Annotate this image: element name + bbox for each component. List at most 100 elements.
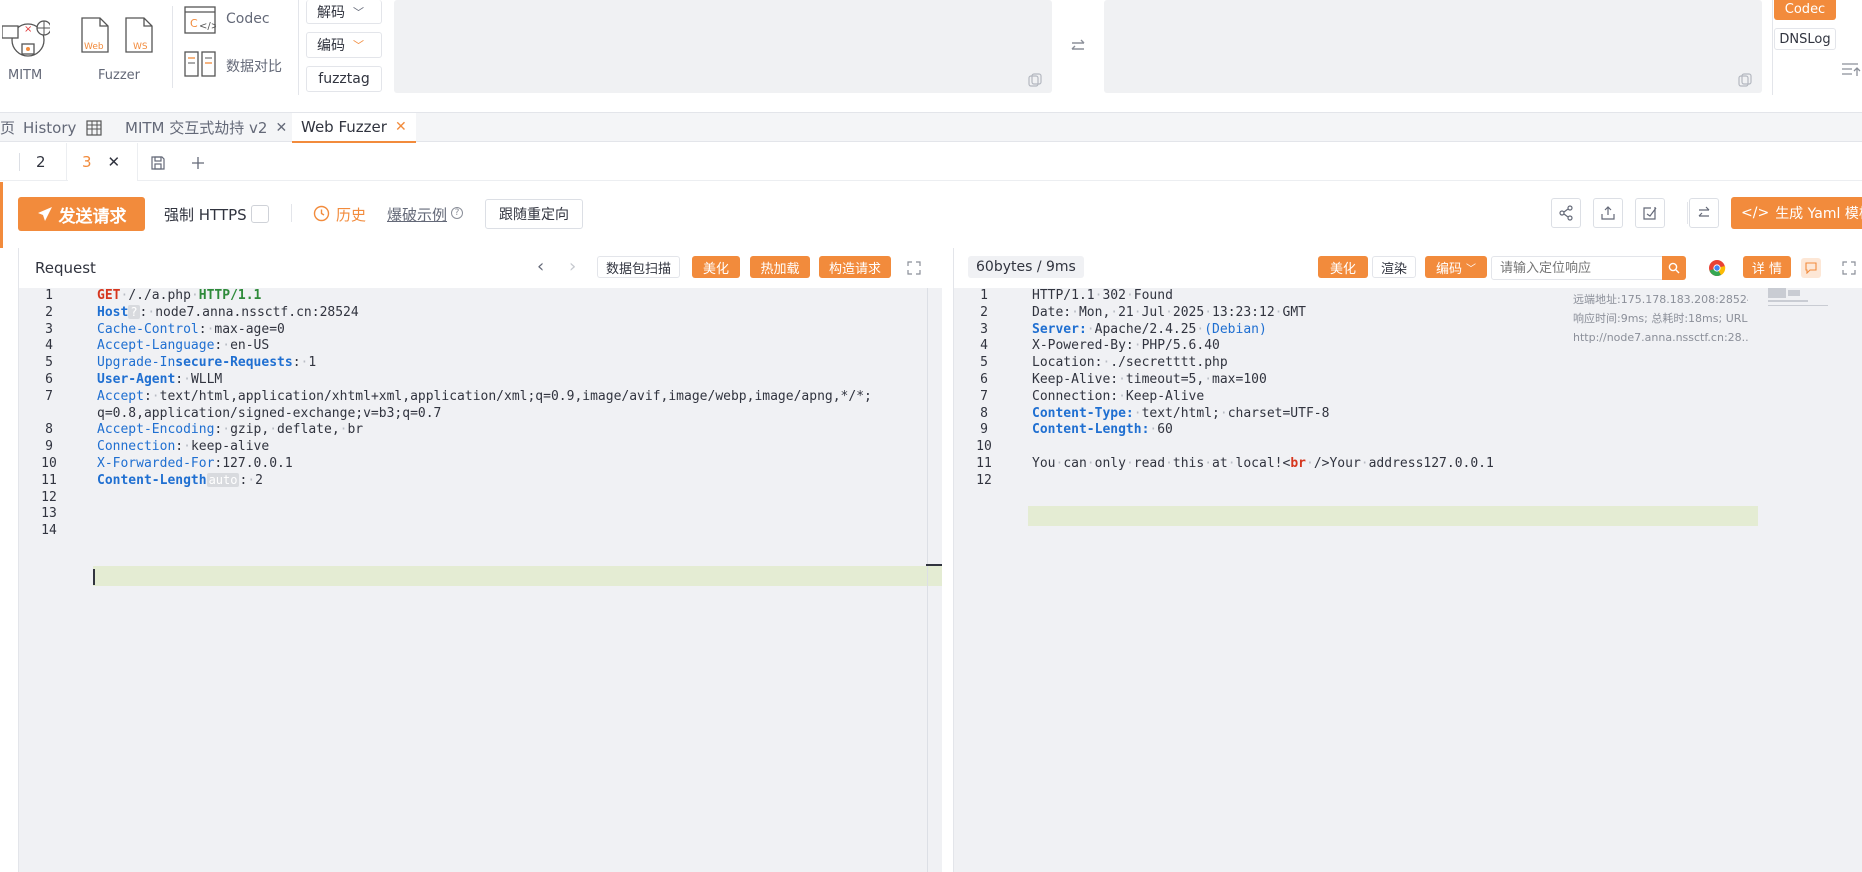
line-content: Cache-Control:·max-age=0 [97, 322, 285, 337]
line-number: 5 [45, 355, 53, 371]
details-button[interactable]: 详 情 [1743, 256, 1791, 278]
code-token: ? [128, 304, 140, 319]
save-icon[interactable] [150, 155, 166, 171]
beautify-button[interactable]: 美化 [1318, 256, 1368, 278]
dnslog-tag[interactable]: DNSLog [1774, 28, 1836, 50]
compare-tool[interactable]: 数据对比 [180, 46, 292, 86]
mitm-icon: × [2, 20, 50, 57]
share-button[interactable] [1551, 198, 1581, 228]
accent-bar [0, 182, 3, 248]
tab-history[interactable]: History [14, 113, 85, 142]
scroll-marker [926, 564, 942, 566]
line-content: Accept:·text/html,application/xhtml+xml,… [97, 389, 872, 404]
line-content: Keep-Alive:·timeout=5,·max=100 [1032, 372, 1267, 387]
response-header: 60bytes / 9ms 美化 渲染 编码 ﹀ 详 情 [954, 248, 1862, 288]
codec-tag[interactable]: Codec [1774, 0, 1836, 20]
code-token: · [1274, 304, 1283, 320]
render-button[interactable]: 渲染 [1372, 256, 1416, 278]
code-icon: </> [1741, 205, 1770, 221]
request-editor[interactable]: 1 GET·/./a.php·HTTP/1.1 2 Host?:·node7.anna… [19, 288, 942, 872]
line-content: Accept-Encoding:·gzip,·deflate,·br [97, 422, 363, 437]
line-number: 5 [980, 355, 988, 371]
line-number: 10 [976, 439, 992, 455]
encode-dropdown[interactable]: 编码 ﹀ [306, 32, 382, 58]
line-number: 7 [980, 388, 988, 404]
fuzzer-tool[interactable]: Web WS Fuzzer [72, 0, 162, 95]
close-icon[interactable]: ✕ [395, 119, 407, 135]
code-token: · [1133, 338, 1142, 354]
tab-table[interactable] [77, 113, 111, 142]
line-content: Content-Length auto:·2 [97, 472, 263, 488]
chrome-icon[interactable] [1708, 259, 1726, 277]
build-request-button[interactable]: 构造请求 [819, 256, 891, 278]
import-button[interactable] [1635, 198, 1665, 228]
ws-fuzzer-icon: WS [125, 17, 153, 53]
copy-icon[interactable] [1738, 73, 1752, 87]
swap-layout-button[interactable] [1689, 198, 1719, 228]
code-token: · [222, 422, 231, 438]
packet-scan-button[interactable]: 数据包扫描 [597, 256, 681, 278]
code-token: HTTP/1.1 [1032, 288, 1095, 303]
subtab-3[interactable]: 3 ✕ [68, 143, 138, 181]
force-https-checkbox[interactable] [251, 205, 269, 223]
code-token: local!< [1235, 456, 1291, 471]
encode-dropdown[interactable]: 编码 ﹀ [1425, 256, 1487, 278]
beautify-button[interactable]: 美化 [692, 256, 740, 278]
search-button[interactable] [1662, 256, 1686, 280]
web-fuzzer-icon: Web [81, 17, 109, 53]
history-link[interactable]: 历史 [336, 204, 366, 225]
tab-mitm[interactable]: MITM 交互式劫持 v2 ✕ [116, 113, 296, 142]
send-request-button[interactable]: 发送请求 [18, 197, 145, 231]
close-icon[interactable]: ✕ [275, 120, 287, 136]
send-label: 发送请求 [58, 206, 127, 226]
code-token: PHP/5.6.40 [1141, 338, 1220, 354]
response-editor[interactable]: 远端地址:175.178.183.208:28524; 响应时间:9ms; 总耗… [954, 288, 1862, 872]
copy-icon[interactable] [1028, 73, 1042, 87]
chevron-left-icon[interactable]: ‹ [537, 256, 544, 277]
swap-icon[interactable] [1068, 36, 1088, 56]
mitm-tool[interactable]: × MITM [0, 0, 52, 95]
codec-output-area[interactable] [1104, 0, 1762, 93]
follow-redirect-button[interactable]: 跟随重定向 [485, 199, 583, 229]
clock-icon [313, 205, 330, 222]
line-number: 3 [45, 321, 53, 337]
decode-dropdown[interactable]: 解码 ﹀ [306, 0, 382, 24]
add-icon[interactable] [190, 155, 206, 171]
line-number: 3 [980, 321, 988, 337]
code-token: X-Powered-By: [1032, 338, 1134, 354]
code-token: HTTP/1.1 [198, 288, 262, 303]
fuzztag-button[interactable]: fuzztag [306, 66, 382, 92]
close-icon[interactable]: ✕ [108, 153, 121, 171]
line-content: You·can·only·read·this·at·local!<br·/>Yo… [1032, 456, 1494, 471]
hot-load-button[interactable]: 热加载 [750, 256, 810, 278]
tab-web-fuzzer[interactable]: Web Fuzzer ✕ [292, 113, 416, 143]
upload-icon [1601, 206, 1615, 220]
code-token: Accept [97, 388, 144, 404]
code-token: Connection [97, 439, 176, 455]
code-token: · [190, 288, 199, 303]
expand-icon[interactable] [1842, 261, 1856, 275]
code-token: Keep-Alive [1125, 388, 1205, 404]
code-token: Content-Length [97, 472, 207, 488]
export-button[interactable] [1593, 198, 1623, 228]
help-icon[interactable]: ? [451, 207, 463, 219]
generate-yaml-button[interactable]: </> 生成 Yaml 模板 [1731, 197, 1862, 229]
code-token: · [1133, 405, 1142, 421]
code-token: q=0.8,application/signed-exchange;v=b3;q… [97, 405, 442, 421]
examples-link[interactable]: 爆破示例 [387, 204, 447, 225]
response-size-badge: 60bytes / 9ms [968, 256, 1084, 278]
code-token: · [1133, 304, 1142, 320]
code-token: · [1086, 456, 1095, 471]
codec-input-area[interactable] [394, 0, 1052, 93]
locate-response-input[interactable] [1491, 256, 1663, 280]
line-content: Accept-Language:·en-US [97, 338, 269, 353]
comment-button[interactable] [1801, 258, 1821, 278]
expand-icon[interactable] [907, 261, 921, 275]
line-content: Host?:·node7.anna.nssctf.cn:28524 [97, 304, 359, 320]
code-token: deflate, [277, 422, 340, 438]
subtab-2[interactable]: 2 [36, 143, 46, 181]
chevron-right-icon[interactable]: › [569, 256, 576, 277]
code-token: keep-alive [190, 439, 270, 455]
collapse-icon[interactable] [1840, 60, 1862, 80]
code-token: · [1204, 372, 1213, 387]
